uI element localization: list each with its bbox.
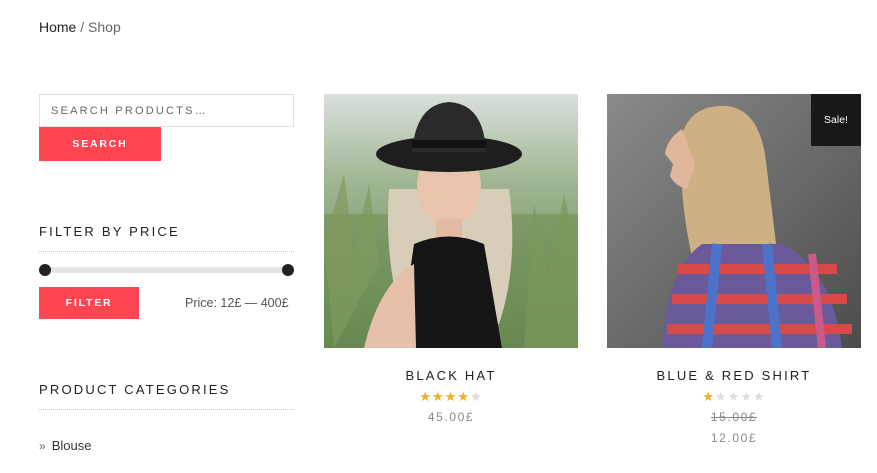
breadcrumb-home-link[interactable]: Home bbox=[39, 19, 76, 35]
search-input[interactable] bbox=[39, 94, 294, 127]
chevron-right-icon: » bbox=[39, 439, 46, 453]
star-icon: ★★ bbox=[444, 389, 458, 404]
star-icon: ★★ bbox=[457, 389, 470, 404]
price-range-label: Price: 12£ — 400£ bbox=[185, 296, 289, 310]
price-slider-range bbox=[45, 267, 288, 273]
price-slider-min-handle[interactable] bbox=[39, 264, 51, 276]
product-card: Black Hat ★★★★★★★★★★ 45.00£ bbox=[324, 94, 578, 425]
star-icon: ★★ bbox=[469, 389, 483, 404]
star-icon: ★★ bbox=[702, 389, 716, 404]
category-label: Blouse bbox=[51, 438, 92, 453]
product-title[interactable]: Blue & Red Shirt bbox=[607, 368, 861, 384]
product-price: 12.00£ bbox=[710, 431, 758, 445]
filter-by-price-title: Filter by price bbox=[39, 224, 294, 252]
product-price: 45.00£ bbox=[427, 410, 475, 424]
product-title[interactable]: Black Hat bbox=[324, 368, 578, 384]
product-card: Sale! Blue & Red Shirt ★★★★★★★★★★ 15.00£… bbox=[607, 94, 861, 446]
sale-badge: Sale! bbox=[811, 94, 861, 146]
product-image[interactable] bbox=[324, 94, 578, 348]
star-rating: ★★★★★★★★★★ bbox=[324, 389, 578, 404]
product-categories-title: Product categories bbox=[39, 382, 294, 410]
star-rating: ★★★★★★★★★★ bbox=[607, 389, 861, 404]
star-icon: ★★ bbox=[752, 389, 766, 404]
star-icon: ★★ bbox=[432, 389, 445, 404]
breadcrumb-separator: / bbox=[80, 19, 85, 35]
breadcrumb: Home / Shop bbox=[39, 19, 121, 35]
star-icon: ★★ bbox=[740, 389, 753, 404]
breadcrumb-current: Shop bbox=[88, 19, 121, 35]
filter-button[interactable]: Filter bbox=[39, 287, 139, 319]
search-button[interactable]: Search bbox=[39, 127, 161, 161]
product-old-price: 15.00£ bbox=[710, 410, 758, 424]
star-icon: ★★ bbox=[715, 389, 728, 404]
category-item-blouse[interactable]: » Blouse bbox=[39, 438, 91, 453]
price-slider[interactable] bbox=[45, 267, 288, 273]
star-icon: ★★ bbox=[727, 389, 741, 404]
price-slider-max-handle[interactable] bbox=[282, 264, 294, 276]
star-icon: ★★ bbox=[419, 389, 433, 404]
